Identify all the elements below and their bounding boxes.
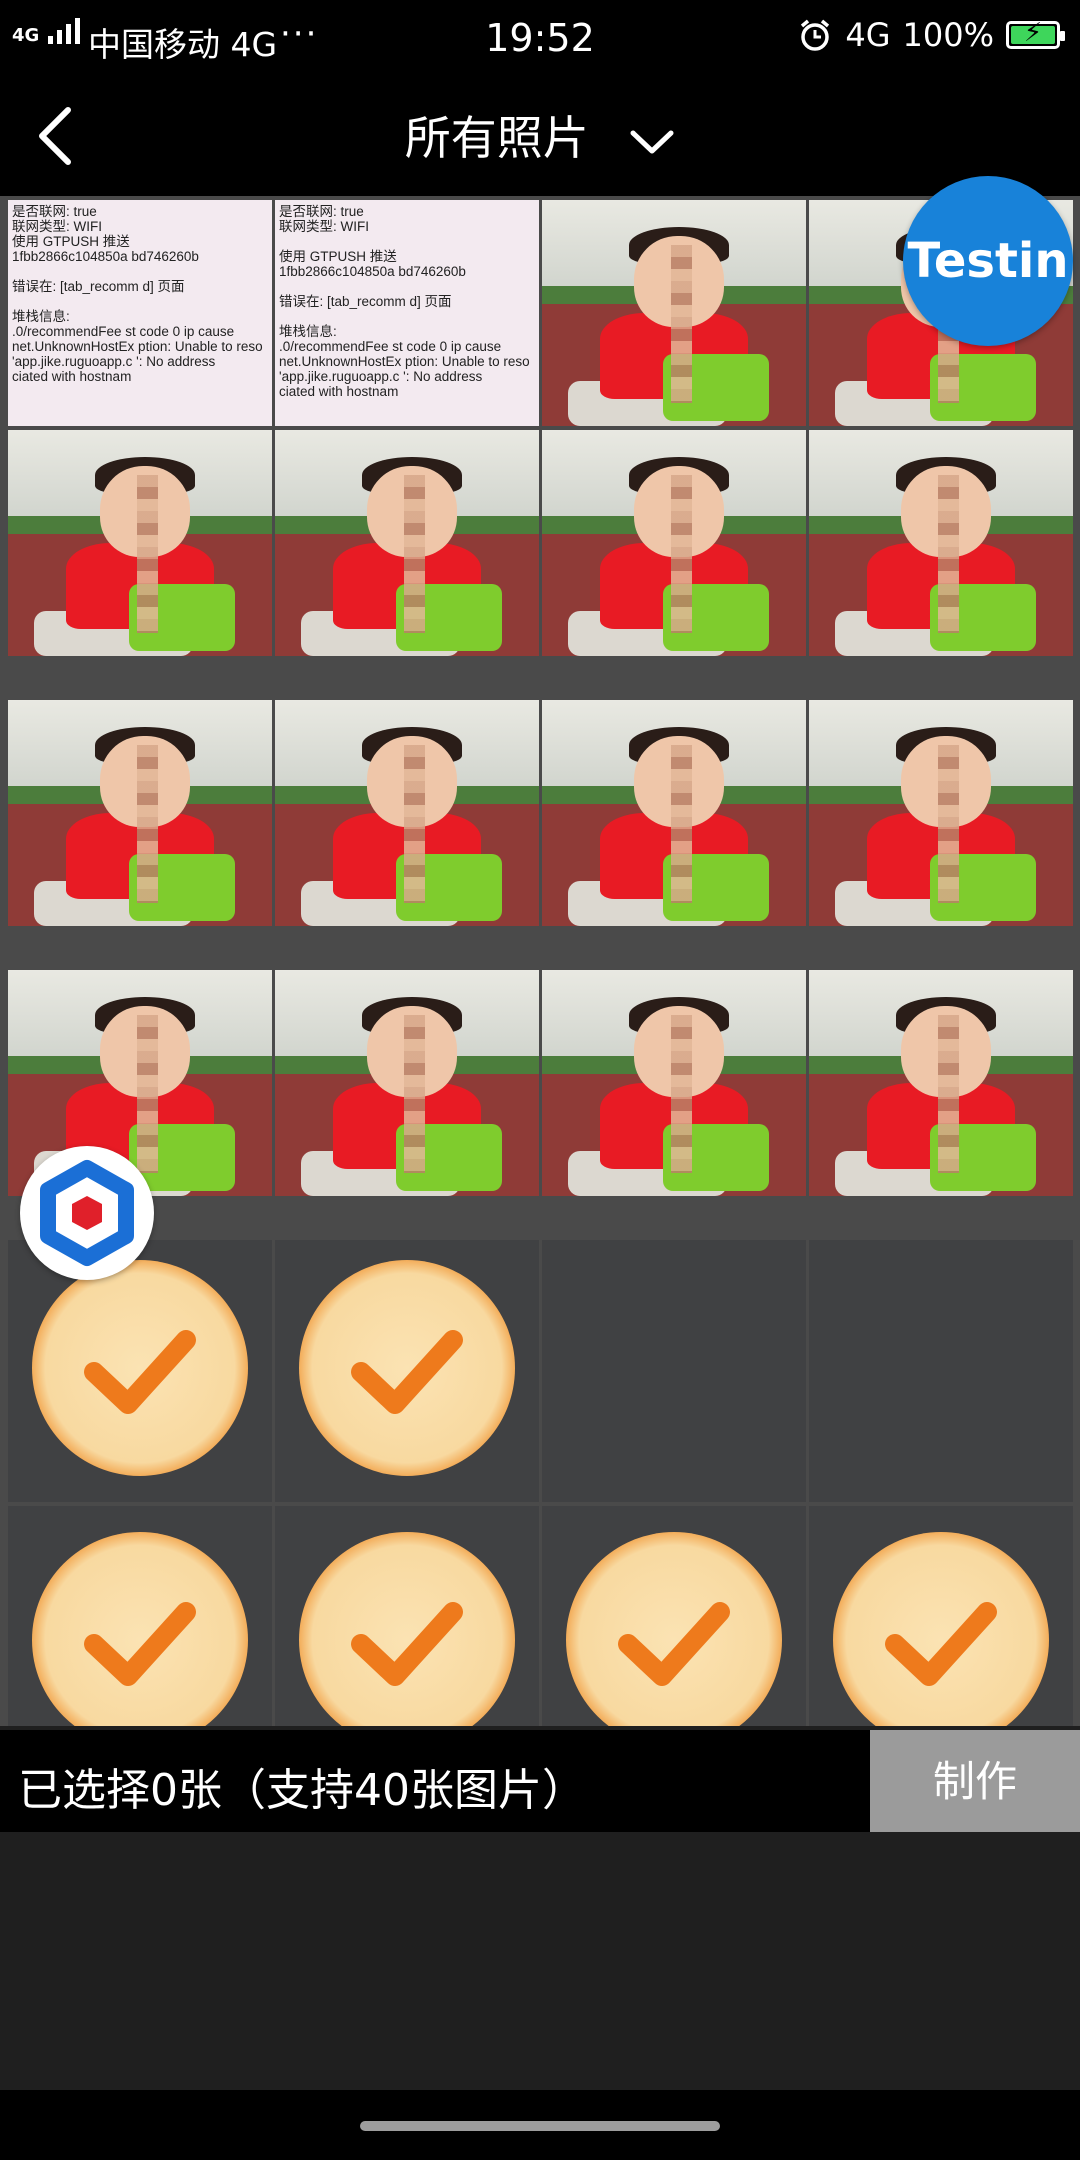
- screenshot-line: 使用 GTPUSH 推送: [279, 249, 397, 264]
- photo-item[interactable]: [809, 970, 1073, 1196]
- screenshot-line: [279, 234, 539, 249]
- hexagon-logo-icon: [40, 1160, 134, 1266]
- screenshot-line: 是否联网: true: [279, 204, 364, 219]
- photo-item-screenshot[interactable]: 是否联网: true 联网类型: WIFI 使用 GTPUSH 推送 1fbb2…: [8, 200, 272, 426]
- photo-item-empty: [542, 1240, 806, 1502]
- chevron-down-icon: [630, 130, 674, 153]
- screenshot-line: 1fbb2866c104850a bd746260b: [12, 249, 199, 264]
- photo-item[interactable]: [275, 970, 539, 1196]
- screenshot-line: 1fbb2866c104850a bd746260b: [279, 264, 466, 279]
- battery-percent: 100%: [902, 16, 994, 54]
- screenshot-line: [279, 279, 539, 294]
- floating-assistant-button[interactable]: [20, 1146, 154, 1280]
- photo-item[interactable]: [275, 430, 539, 656]
- photo-item[interactable]: [542, 970, 806, 1196]
- screenshot-line: ciated with hostnam: [12, 369, 132, 384]
- photo-item[interactable]: [809, 700, 1073, 926]
- bottom-bar: 已选择0张（支持40张图片） 制作: [0, 1730, 1080, 1832]
- photo-item[interactable]: [8, 430, 272, 656]
- photo-item-loading[interactable]: [542, 1506, 806, 1726]
- status-right: 4G 100% ⚡: [797, 16, 1065, 54]
- make-button[interactable]: 制作: [870, 1730, 1080, 1832]
- screenshot-line: [12, 294, 272, 309]
- title-bar: 所有照片: [0, 76, 1080, 196]
- screenshot-line: 堆栈信息:: [12, 309, 70, 324]
- screenshot-line: 'app.jike.ruguoapp.c ': No address: [279, 369, 483, 384]
- screenshot-line: 'app.jike.ruguoapp.c ': No address: [12, 354, 216, 369]
- screenshot-line: [279, 309, 539, 324]
- selection-count: 已选择0张（支持40张图片）: [18, 1765, 586, 1816]
- screenshot-line: .0/recommendFee st code 0 ip cause: [12, 324, 235, 339]
- screenshot-line: net.UnknownHostEx ption: Unable to reso: [279, 354, 530, 369]
- screenshot-line: 联网类型: WIFI: [279, 219, 369, 234]
- screenshot-line: .0/recommendFee st code 0 ip cause: [279, 339, 502, 354]
- checkmark-icon: [299, 1532, 515, 1726]
- photo-item-loading[interactable]: [275, 1240, 539, 1502]
- screenshot-line: 使用 GTPUSH 推送: [12, 234, 130, 249]
- photo-grid: 是否联网: true 联网类型: WIFI 使用 GTPUSH 推送 1fbb2…: [0, 196, 1080, 1726]
- checkmark-icon: [32, 1260, 248, 1476]
- alarm-icon: [801, 19, 830, 51]
- photo-item[interactable]: [542, 430, 806, 656]
- photo-item-loading[interactable]: [275, 1506, 539, 1726]
- photo-item[interactable]: [542, 200, 806, 426]
- photo-item[interactable]: [275, 700, 539, 926]
- checkmark-icon: [833, 1532, 1049, 1726]
- battery-icon: ⚡: [1006, 18, 1065, 49]
- photo-item[interactable]: [809, 430, 1073, 656]
- photo-item-empty: [809, 1240, 1073, 1502]
- page-title: 所有照片: [404, 111, 589, 165]
- status-bar: 4G 中国移动 4G ··· 19:52 4G 100% ⚡: [0, 0, 1080, 76]
- photo-item-loading[interactable]: [809, 1506, 1073, 1726]
- photo-item[interactable]: [8, 700, 272, 926]
- photo-item[interactable]: [542, 700, 806, 926]
- screenshot-line: ciated with hostnam: [279, 384, 399, 399]
- network-4g-label: 4G: [845, 16, 891, 54]
- screenshot-line: 错误在: [tab_recomm d] 页面: [12, 279, 185, 294]
- checkmark-icon: [566, 1532, 782, 1726]
- photo-item-loading[interactable]: [8, 1506, 272, 1726]
- screenshot-line: 是否联网: true: [12, 204, 97, 219]
- screenshot-line: [12, 264, 272, 279]
- screenshot-line: 错误在: [tab_recomm d] 页面: [279, 294, 452, 309]
- checkmark-icon: [299, 1260, 515, 1476]
- checkmark-icon: [32, 1532, 248, 1726]
- screenshot-line: 联网类型: WIFI: [12, 219, 102, 234]
- home-indicator[interactable]: [360, 2121, 720, 2131]
- screenshot-line: 堆栈信息:: [279, 324, 337, 339]
- screenshot-line: net.UnknownHostEx ption: Unable to reso: [12, 339, 263, 354]
- testin-floating-button[interactable]: Testin: [903, 176, 1073, 346]
- album-selector[interactable]: 所有照片: [0, 102, 1080, 168]
- photo-item-screenshot[interactable]: 是否联网: true 联网类型: WIFI 使用 GTPUSH 推送 1fbb2…: [275, 200, 539, 426]
